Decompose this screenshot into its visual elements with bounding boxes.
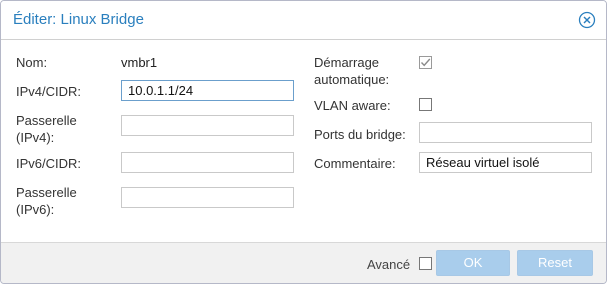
name-value: vmbr1 — [121, 55, 158, 70]
edit-linux-bridge-dialog: Éditer: Linux Bridge Nom: vmbr1 IPv4/CID… — [0, 0, 607, 284]
bridge-ports-input[interactable] — [419, 122, 592, 143]
dialog-body: Nom: vmbr1 IPv4/CIDR: Passerelle (IPv4):… — [5, 40, 602, 241]
autostart-label-line2: automatique: — [314, 72, 390, 87]
dialog-footer: Avancé OK Reset — [1, 242, 606, 283]
comment-input[interactable] — [419, 152, 592, 173]
gateway-ipv6-label-line2: (IPv6): — [16, 202, 55, 217]
ipv4-cidr-input[interactable] — [121, 80, 294, 101]
bridge-ports-label: Ports du bridge: — [314, 127, 406, 142]
gateway-ipv4-input[interactable] — [121, 115, 294, 136]
gateway-ipv4-label-line2: (IPv4): — [16, 130, 55, 145]
gateway-ipv4-label-line1: Passerelle — [16, 113, 77, 128]
vlan-aware-label: VLAN aware: — [314, 98, 391, 113]
ipv4-label: IPv4/CIDR: — [16, 84, 82, 99]
advanced-checkbox[interactable] — [419, 257, 432, 270]
comment-label: Commentaire: — [314, 156, 396, 171]
close-icon[interactable] — [578, 11, 596, 29]
ok-button[interactable]: OK — [436, 250, 510, 276]
autostart-label-line1: Démarrage — [314, 55, 380, 70]
ipv6-label: IPv6/CIDR: — [16, 156, 82, 171]
autostart-checkbox[interactable] — [419, 56, 432, 69]
reset-button[interactable]: Reset — [517, 250, 593, 276]
gateway-ipv6-label-line1: Passerelle — [16, 185, 77, 200]
vlan-aware-checkbox[interactable] — [419, 98, 432, 111]
dialog-titlebar: Éditer: Linux Bridge — [1, 1, 606, 40]
check-icon — [420, 58, 431, 67]
ipv6-cidr-input[interactable] — [121, 152, 294, 173]
advanced-label: Avancé — [367, 257, 411, 272]
gateway-ipv6-input[interactable] — [121, 187, 294, 208]
dialog-title: Éditer: Linux Bridge — [13, 11, 144, 28]
name-label: Nom: — [16, 55, 48, 70]
